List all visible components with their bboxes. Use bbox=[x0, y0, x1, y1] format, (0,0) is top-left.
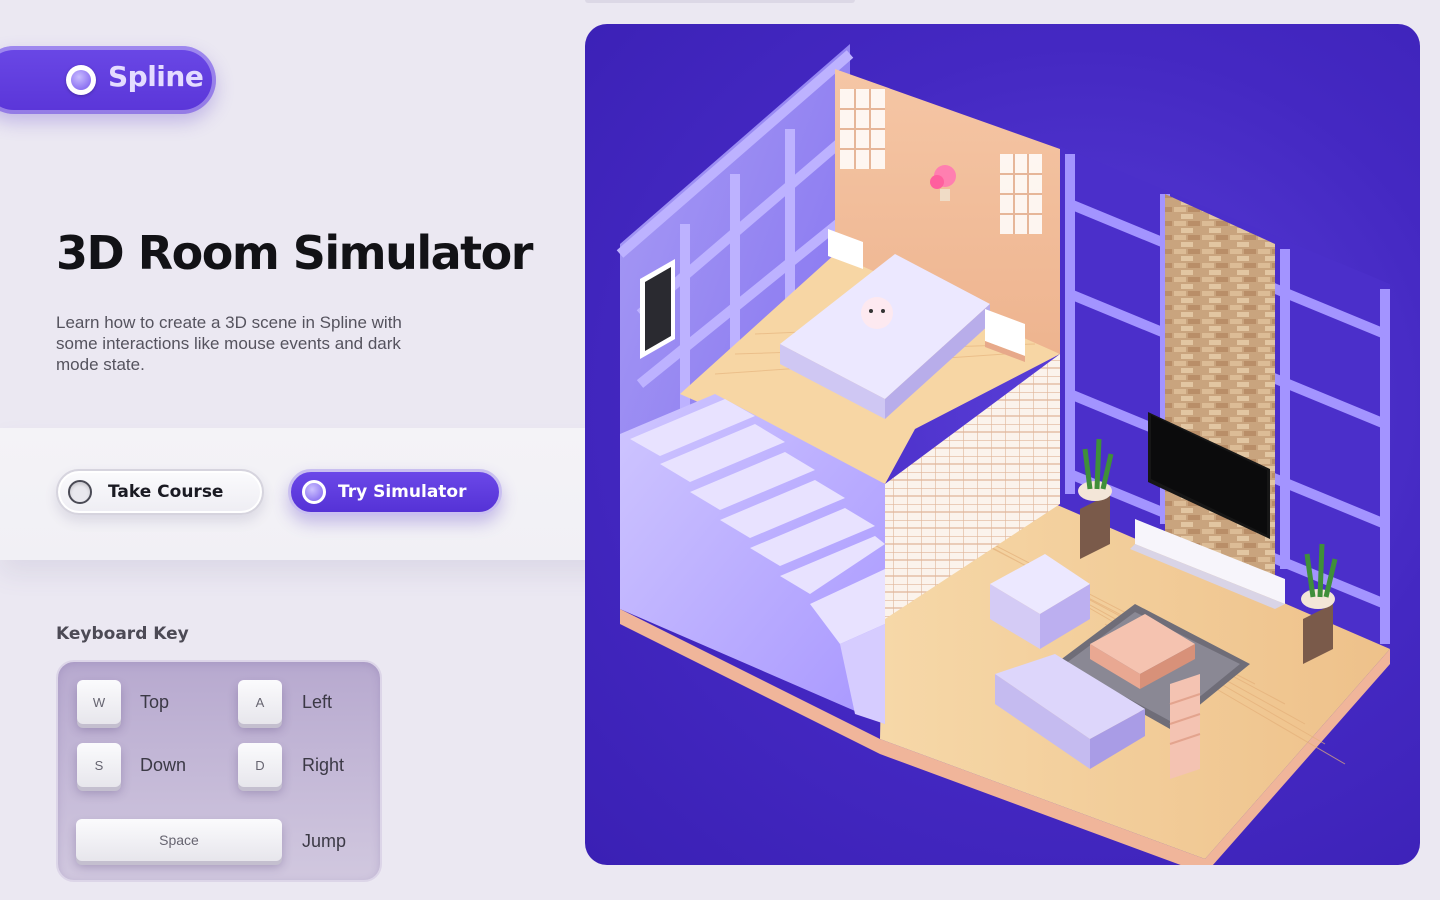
key-s[interactable]: S bbox=[77, 743, 121, 787]
top-divider bbox=[585, 0, 855, 3]
key-space-action: Jump bbox=[302, 831, 347, 851]
isometric-room-illustration bbox=[616, 44, 1390, 865]
try-simulator-button[interactable]: Try Simulator bbox=[288, 469, 502, 515]
page-title: 3D Room Simulator bbox=[56, 226, 533, 280]
try-simulator-label: Try Simulator bbox=[338, 482, 467, 502]
room-scene-canvas[interactable] bbox=[585, 24, 1420, 865]
page: Spline 3D Room Simulator Learn how to cr… bbox=[0, 0, 1440, 900]
brand-logo-pill[interactable]: Spline bbox=[0, 46, 216, 114]
spline-ring-icon bbox=[66, 65, 96, 95]
key-w-action: Top bbox=[140, 692, 170, 712]
page-description: Learn how to create a 3D scene in Spline… bbox=[56, 313, 402, 374]
key-w[interactable]: W bbox=[77, 680, 121, 724]
radio-ring-icon bbox=[302, 480, 326, 504]
keyboard-heading: Keyboard Key bbox=[56, 624, 189, 644]
key-s-action: Down bbox=[140, 755, 187, 775]
radio-ring-icon bbox=[68, 480, 92, 504]
key-a-action: Left bbox=[302, 692, 333, 712]
key-d[interactable]: D bbox=[238, 743, 282, 787]
key-a[interactable]: A bbox=[238, 680, 282, 724]
take-course-button[interactable]: Take Course bbox=[56, 469, 264, 515]
key-space[interactable]: Space bbox=[76, 819, 282, 861]
take-course-label: Take Course bbox=[108, 482, 224, 502]
brand-name: Spline bbox=[108, 60, 204, 93]
key-d-action: Right bbox=[302, 755, 345, 775]
